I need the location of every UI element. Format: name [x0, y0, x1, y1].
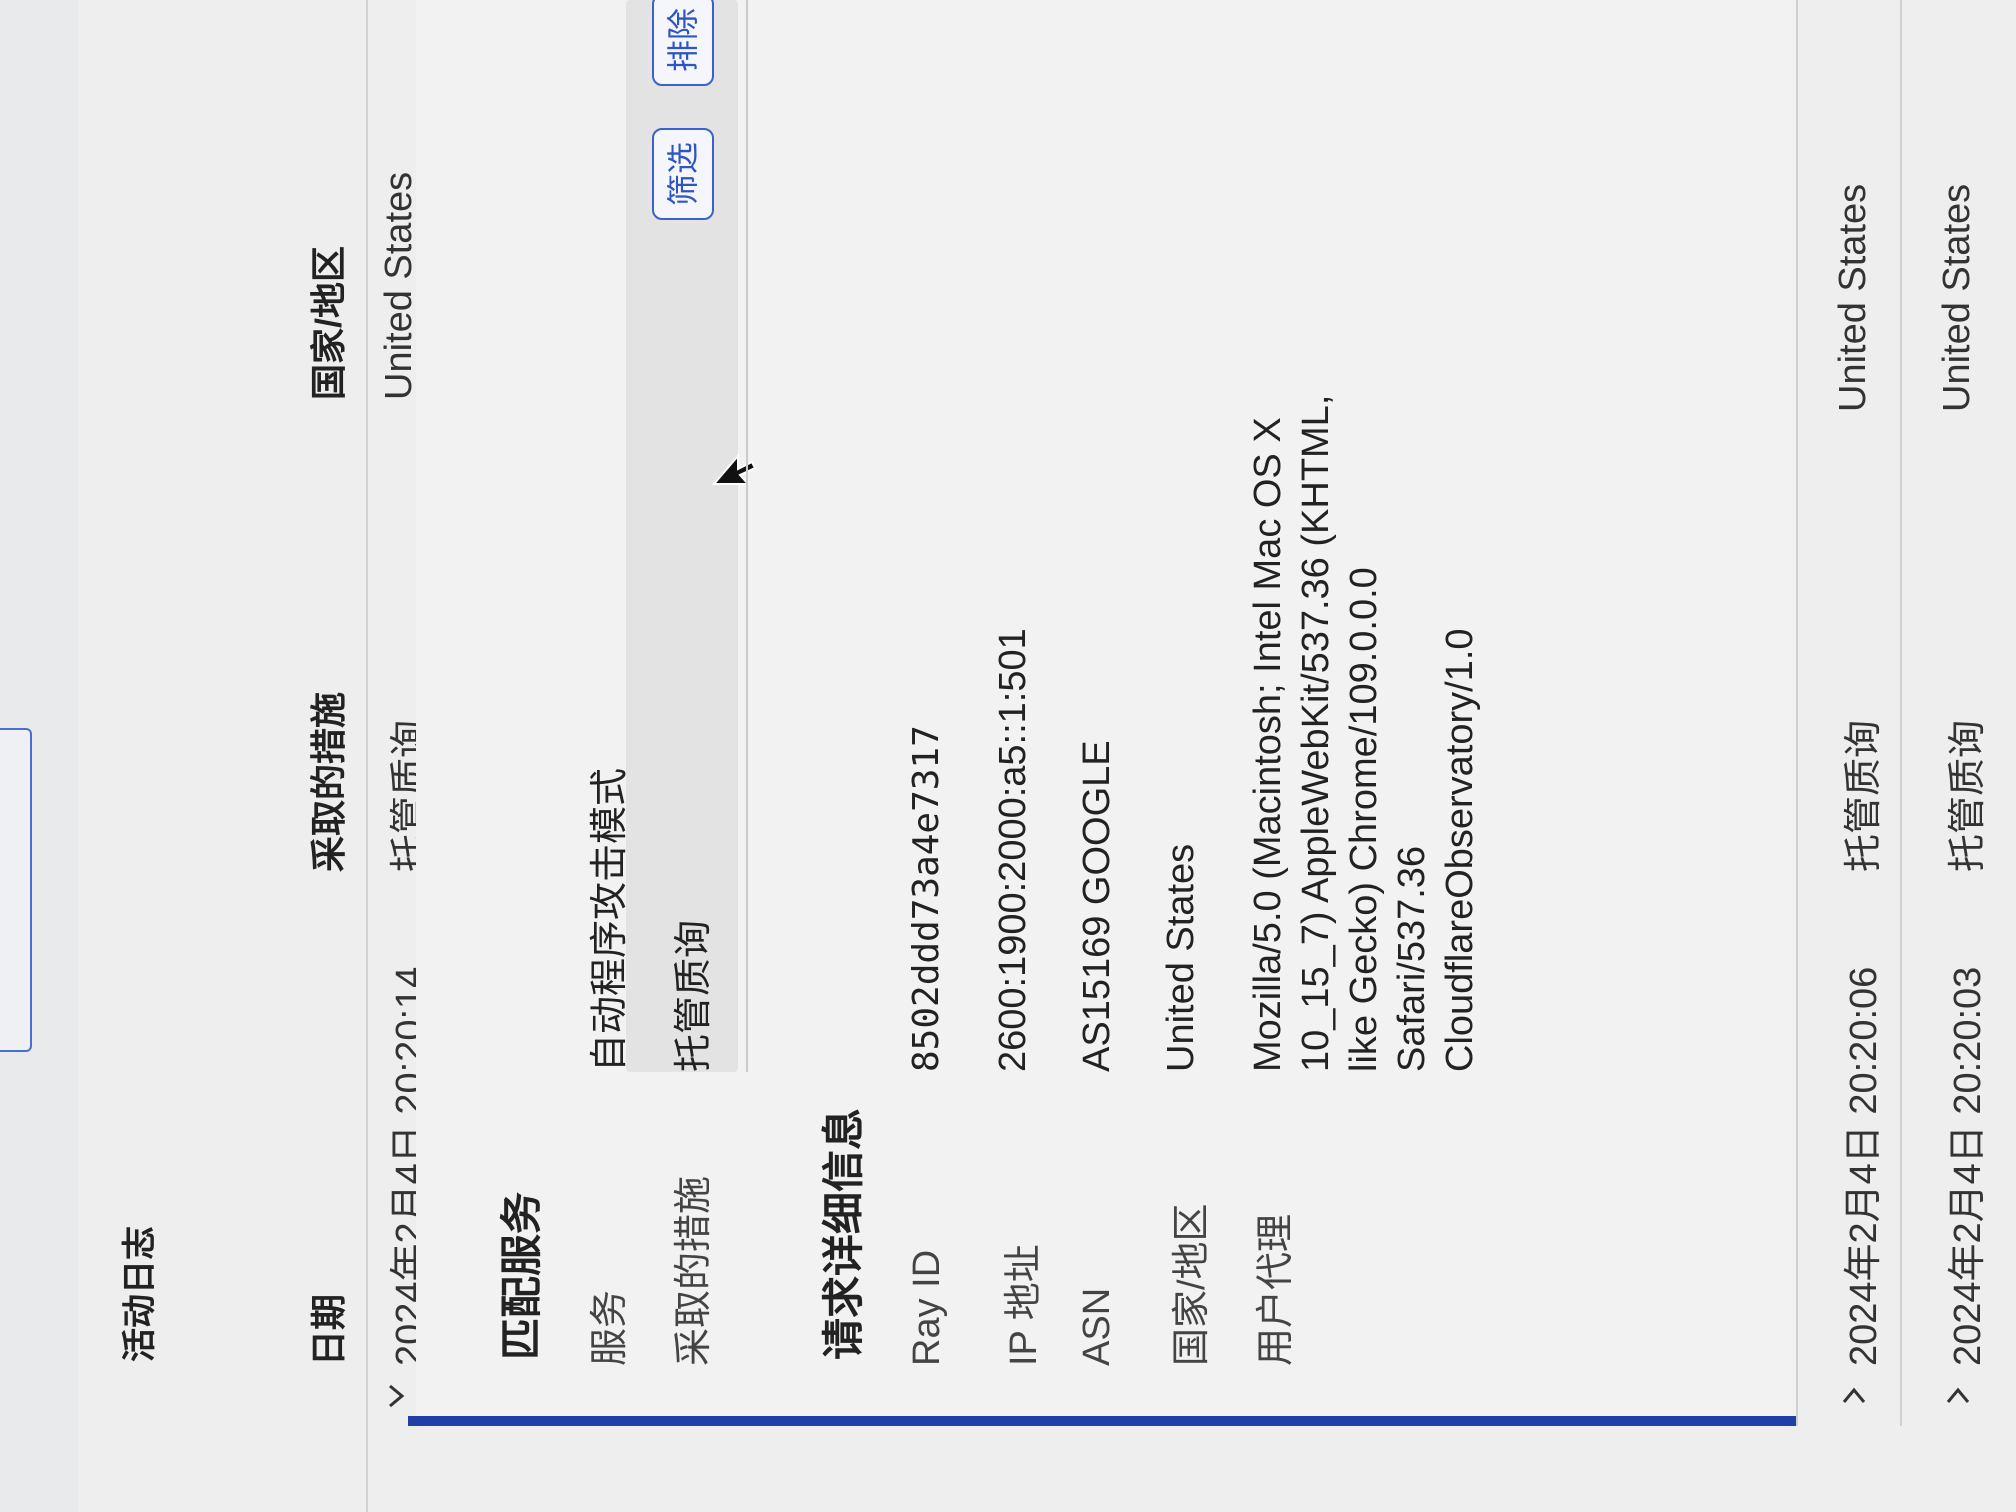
- ip-address-label: IP 地址: [1003, 1244, 1045, 1366]
- screen: 活动日志 日期 采取的措施 国家/地区 2024年2月4日 20:20:14 托…: [0, 0, 2016, 1512]
- user-agent-line: 10_15_7) AppleWebKit/537.36 (KHTML,: [1295, 394, 1337, 1072]
- row-date[interactable]: 2024年2月4日 20:20:03: [1936, 967, 1991, 1366]
- user-agent-value: Mozilla/5.0 (Macintosh; Intel Mac OS X 1…: [1244, 395, 1484, 1072]
- user-agent-line: Safari/537.36: [1391, 845, 1433, 1072]
- row-date[interactable]: 2024年2月4日 20:20:06: [1832, 967, 1887, 1366]
- user-agent-label: 用户代理: [1255, 1213, 1297, 1366]
- panel-title: 活动日志: [121, 1226, 159, 1362]
- asn-value: AS15169 GOOGLE: [1076, 740, 1118, 1072]
- section-divider: [746, 0, 748, 1072]
- exclude-button[interactable]: 排除: [652, 0, 714, 86]
- chevron-right-icon[interactable]: [1834, 1376, 1884, 1416]
- filter-button[interactable]: 筛选: [652, 127, 714, 220]
- chevron-right-icon[interactable]: [1938, 1376, 1988, 1416]
- action-value: 托管质询: [673, 919, 715, 1072]
- expanded-row-accent: [408, 1416, 1796, 1426]
- column-header-action: 采取的措施: [308, 691, 349, 872]
- row-details: [416, 0, 1796, 1426]
- country-label: 国家/地区: [1171, 1203, 1213, 1366]
- matched-service-heading: 匹配服务: [498, 1191, 545, 1360]
- row-country: United States: [378, 171, 420, 400]
- row-action: 托管质询: [1947, 719, 1989, 872]
- row-country: United States: [1936, 183, 1978, 412]
- user-agent-line: Mozilla/5.0 (Macintosh; Intel Mac OS X: [1247, 417, 1289, 1072]
- ray-id-label: Ray ID: [906, 1249, 948, 1366]
- asn-label: ASN: [1076, 1287, 1118, 1366]
- user-agent-line: like Gecko) Chrome/109.0.0.0: [1343, 567, 1385, 1072]
- request-details-heading: 请求详细信息: [820, 1107, 867, 1360]
- action-label: 采取的措施: [673, 1175, 715, 1366]
- activity-log-panel: 活动日志 日期 采取的措施 国家/地区 2024年2月4日 20:20:14 托…: [78, 0, 2016, 1512]
- service-value: 自动程序攻击模式: [589, 767, 631, 1072]
- row-country: United States: [1832, 183, 1874, 412]
- ray-id-value: 8502ddd73a4e7317: [906, 725, 947, 1072]
- filter-input-box[interactable]: [0, 728, 32, 1052]
- header-divider: [366, 0, 368, 1512]
- column-header-date: 日期: [308, 1293, 349, 1366]
- left-frame: [0, 0, 80, 1512]
- user-agent-line: CloudflareObservatory/1.0: [1439, 628, 1481, 1072]
- column-header-country: 国家/地区: [308, 245, 349, 400]
- row-divider: [1900, 0, 1902, 1426]
- mouse-pointer-icon: [711, 452, 763, 486]
- country-value: United States: [1160, 843, 1202, 1072]
- row-divider: [1796, 0, 1798, 1426]
- row-action: 托管质询: [1843, 719, 1885, 872]
- service-label: 服务: [589, 1289, 631, 1366]
- ip-address-value: 2600:1900:2000:a5::1:501: [992, 628, 1034, 1072]
